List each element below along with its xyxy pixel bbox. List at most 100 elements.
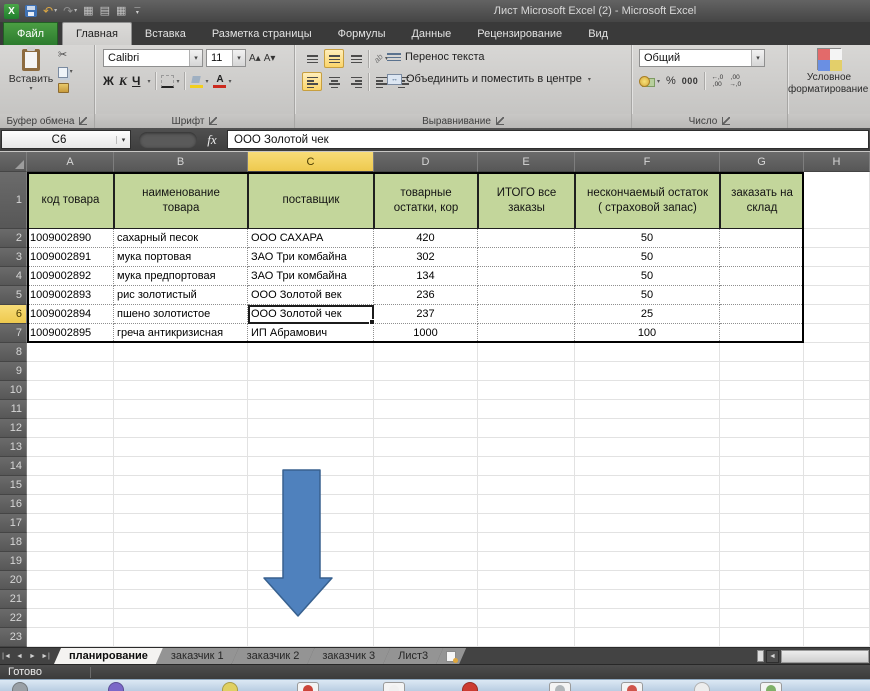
number-format-select[interactable]: Общий▾: [639, 49, 765, 67]
cell-G7[interactable]: [720, 324, 804, 343]
cell-G9[interactable]: [720, 362, 804, 381]
cell-E5[interactable]: [478, 286, 575, 305]
cell-E8[interactable]: [478, 343, 575, 362]
cell-H1[interactable]: [804, 172, 870, 229]
row-header-10[interactable]: 10: [0, 381, 27, 400]
cell-D8[interactable]: [374, 343, 478, 362]
decrease-decimal-button[interactable]: ,00 →,0: [729, 74, 741, 88]
cell-H22[interactable]: [804, 609, 870, 628]
cell-A5[interactable]: 1009002893: [27, 286, 114, 305]
row-header-5[interactable]: 5: [0, 286, 27, 305]
cell-B8[interactable]: [114, 343, 248, 362]
cell-B12[interactable]: [114, 419, 248, 438]
dialog-launcher-icon[interactable]: [722, 117, 730, 125]
cell-E18[interactable]: [478, 533, 575, 552]
undo-button[interactable]: ↶▾: [43, 4, 57, 18]
cell-F14[interactable]: [575, 457, 720, 476]
cell-B10[interactable]: [114, 381, 248, 400]
cell-E3[interactable]: [478, 248, 575, 267]
row-header-14[interactable]: 14: [0, 457, 27, 476]
cell-G2[interactable]: [720, 229, 804, 248]
taskbar-app-white-tile-icon[interactable]: [383, 682, 405, 691]
conditional-formatting-button[interactable]: Условное форматирование▾: [788, 48, 870, 97]
cell-H23[interactable]: [804, 628, 870, 647]
last-sheet-button[interactable]: ►|: [39, 648, 52, 664]
row-header-17[interactable]: 17: [0, 514, 27, 533]
cell-H21[interactable]: [804, 590, 870, 609]
row-header-6[interactable]: 6: [0, 305, 27, 324]
cell-A23[interactable]: [27, 628, 114, 647]
cell-E12[interactable]: [478, 419, 575, 438]
cell-E14[interactable]: [478, 457, 575, 476]
cell-H20[interactable]: [804, 571, 870, 590]
cell-E23[interactable]: [478, 628, 575, 647]
cell-F5[interactable]: 50: [575, 286, 720, 305]
cell-E20[interactable]: [478, 571, 575, 590]
cell-D16[interactable]: [374, 495, 478, 514]
cell-A10[interactable]: [27, 381, 114, 400]
customize-qat-button[interactable]: —▾: [134, 6, 140, 16]
down-arrow-shape[interactable]: [263, 468, 335, 620]
row-header-18[interactable]: 18: [0, 533, 27, 552]
cell-E9[interactable]: [478, 362, 575, 381]
row-header-20[interactable]: 20: [0, 571, 27, 590]
cell-C6[interactable]: ООО Золотой чек: [248, 305, 374, 324]
cell-D19[interactable]: [374, 552, 478, 571]
cell-G11[interactable]: [720, 400, 804, 419]
scroll-left-button[interactable]: ◄: [766, 650, 779, 663]
chevron-down-icon[interactable]: ▾: [189, 50, 202, 66]
row-header-23[interactable]: 23: [0, 628, 27, 647]
taskbar-app-white-icon[interactable]: [694, 682, 710, 691]
cell-F12[interactable]: [575, 419, 720, 438]
formula-bar-handle[interactable]: [139, 132, 197, 148]
wrap-text-button[interactable]: Перенос текста: [387, 47, 591, 67]
cell-A13[interactable]: [27, 438, 114, 457]
borders-button[interactable]: ▾: [161, 75, 179, 88]
cell-D2[interactable]: 420: [374, 229, 478, 248]
cell-G20[interactable]: [720, 571, 804, 590]
taskbar-app-red-tile-icon[interactable]: [297, 682, 319, 691]
cell-D12[interactable]: [374, 419, 478, 438]
cell-D15[interactable]: [374, 476, 478, 495]
cell-F6[interactable]: 25: [575, 305, 720, 324]
row-header-13[interactable]: 13: [0, 438, 27, 457]
cell-C23[interactable]: [248, 628, 374, 647]
row-header-21[interactable]: 21: [0, 590, 27, 609]
cell-F17[interactable]: [575, 514, 720, 533]
cell-G19[interactable]: [720, 552, 804, 571]
cell-A14[interactable]: [27, 457, 114, 476]
cell-A15[interactable]: [27, 476, 114, 495]
align-left-button[interactable]: [302, 72, 322, 91]
cell-B20[interactable]: [114, 571, 248, 590]
save-button[interactable]: [25, 5, 37, 17]
cell-A19[interactable]: [27, 552, 114, 571]
copy-button[interactable]: ▾: [58, 66, 73, 79]
cell-H18[interactable]: [804, 533, 870, 552]
sheet-tab-zakazchik-1[interactable]: заказчик 1: [156, 648, 239, 664]
cell-C2[interactable]: ООО САХАРА: [248, 229, 374, 248]
cell-A22[interactable]: [27, 609, 114, 628]
cell-A11[interactable]: [27, 400, 114, 419]
cell-F21[interactable]: [575, 590, 720, 609]
taskbar-app-red-ring-tile-icon[interactable]: [621, 682, 643, 691]
cell-G21[interactable]: [720, 590, 804, 609]
tab-view[interactable]: Вид: [575, 22, 621, 45]
cell-F16[interactable]: [575, 495, 720, 514]
cell-G1[interactable]: заказать на склад: [720, 172, 804, 229]
cell-A17[interactable]: [27, 514, 114, 533]
cell-G10[interactable]: [720, 381, 804, 400]
cell-D23[interactable]: [374, 628, 478, 647]
cell-E17[interactable]: [478, 514, 575, 533]
cell-D6[interactable]: 237: [374, 305, 478, 324]
cell-D4[interactable]: 134: [374, 267, 478, 286]
cell-H4[interactable]: [804, 267, 870, 286]
align-top-button[interactable]: [302, 49, 322, 68]
font-size-select[interactable]: 11▾: [206, 49, 246, 67]
cell-H2[interactable]: [804, 229, 870, 248]
sheet-tab-list3[interactable]: Лист3: [383, 648, 443, 664]
cell-C10[interactable]: [248, 381, 374, 400]
cell-F4[interactable]: 50: [575, 267, 720, 286]
dialog-launcher-icon[interactable]: [496, 117, 504, 125]
cell-H9[interactable]: [804, 362, 870, 381]
tab-insert[interactable]: Вставка: [132, 22, 199, 45]
